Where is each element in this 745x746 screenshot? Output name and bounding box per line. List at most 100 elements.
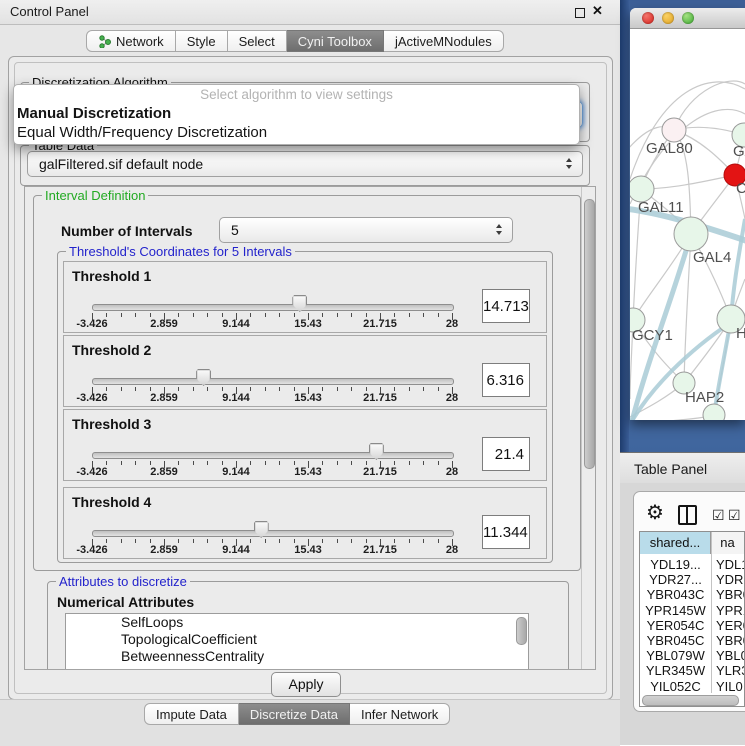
threshold-value-field[interactable]: 14.713	[482, 289, 530, 323]
table-row[interactable]: YER054CYER0	[640, 618, 744, 633]
tab-network[interactable]: Network	[86, 30, 176, 52]
slider-tick	[193, 539, 194, 543]
combo-stepper-icon[interactable]	[495, 224, 504, 236]
scrollbar-thumb[interactable]	[516, 617, 527, 645]
slider-tick	[294, 461, 295, 465]
threshold-value-field[interactable]: 21.4	[482, 437, 530, 471]
slider-tick	[423, 539, 424, 543]
float-window-icon[interactable]	[575, 8, 585, 18]
table-row[interactable]: YIL052CYIL0	[640, 679, 744, 693]
tab-cyni-toolbox[interactable]: Cyni Toolbox	[287, 30, 384, 52]
slider-track[interactable]	[92, 530, 454, 537]
threshold-panel-3: Threshold 3-3.4262.8599.14415.4321.71528…	[63, 409, 547, 481]
table-row[interactable]: YDR27...YDR2	[640, 572, 744, 587]
bottom-tab-bar: Impute DataDiscretize DataInfer Network	[144, 703, 450, 725]
table-row[interactable]: YBR045CYBR0	[640, 633, 744, 648]
threshold-value-field[interactable]: 11.344	[482, 515, 530, 549]
zoom-traffic-light-icon[interactable]	[682, 12, 694, 24]
table-row[interactable]: YDL19...YDL1	[640, 557, 744, 572]
checkbox-icon[interactable]: ☑	[712, 507, 725, 524]
slider-tick	[250, 461, 251, 465]
tab-infer-network[interactable]: Infer Network	[350, 703, 450, 725]
apply-button[interactable]: Apply	[271, 672, 341, 697]
cell-shared-name: YIL052C	[640, 679, 711, 693]
cell-name: YDR2	[716, 572, 744, 587]
bottom-node[interactable]	[703, 404, 725, 420]
list-item[interactable]: TopologicalCoefficient	[66, 631, 528, 648]
pane-vertical-scrollbar[interactable]	[581, 187, 596, 669]
slider-tick	[150, 461, 151, 465]
checkbox-icon[interactable]: ☑	[728, 507, 741, 524]
numerical-attributes-list[interactable]: SelfLoopsTopologicalCoefficientBetweenne…	[65, 613, 529, 670]
popup-option-manual-discretization[interactable]: Manual Discretization	[14, 104, 579, 123]
cell-shared-name: YPR145W	[640, 603, 711, 618]
slider-tick	[106, 313, 107, 317]
slider-track[interactable]	[92, 378, 454, 385]
slider-tick	[279, 387, 280, 391]
slider-tick	[394, 313, 395, 317]
slider-tick	[222, 387, 223, 391]
window-title: Control Panel	[10, 4, 89, 19]
threshold-panel-1: Threshold 1-3.4262.8599.14415.4321.71528…	[63, 261, 547, 333]
table-rows: YDL19...YDL1YDR27...YDR2YBR043CYBR0YPR14…	[640, 554, 744, 693]
tab-label: jActiveMNodules	[395, 34, 492, 49]
threshold-value-field[interactable]: 6.316	[482, 363, 530, 397]
slider-tick	[207, 313, 208, 317]
split-columns-icon[interactable]	[678, 505, 697, 525]
slider-tick	[121, 461, 122, 465]
interval-definition-title: Interval Definition	[42, 188, 148, 203]
slider-track[interactable]	[92, 452, 454, 459]
slider-tick-label: 15.43	[294, 318, 322, 330]
GAL4-node[interactable]	[674, 217, 708, 251]
scrollbar-thumb[interactable]	[584, 199, 595, 469]
slider-tick-label: 9.144	[222, 318, 250, 330]
popup-option-equal-width[interactable]: Equal Width/Frequency Discretization	[14, 123, 579, 142]
attributes-group-title: Attributes to discretize	[56, 574, 190, 589]
slider-tick	[438, 387, 439, 391]
tab-select[interactable]: Select	[228, 30, 287, 52]
slider-tick	[409, 313, 410, 317]
slider-tick-label: 2.859	[150, 392, 178, 404]
network-canvas[interactable]: GAL80GACGAL11GAL4GCY1HHAP2	[630, 29, 745, 420]
slider-tick	[294, 387, 295, 391]
list-item[interactable]: SelfLoops	[66, 614, 528, 631]
column-header-shared-name[interactable]: shared...	[640, 532, 711, 554]
network-graph[interactable]: GAL80GACGAL11GAL4GCY1HHAP2	[630, 29, 745, 420]
slider-tick	[438, 313, 439, 317]
node-label-GCY1: GCY1	[632, 327, 673, 344]
slider-tick	[193, 387, 194, 391]
column-header-name[interactable]: na	[711, 532, 744, 554]
slider-tick-label: 15.43	[294, 466, 322, 478]
slider-tick-label: 9.144	[222, 392, 250, 404]
slider-tick	[135, 539, 136, 543]
table-data-combobox[interactable]: galFiltered.sif default node	[27, 151, 583, 177]
slider-tick	[178, 539, 179, 543]
GAL80-node[interactable]	[662, 118, 686, 142]
network-edge[interactable]	[674, 81, 745, 130]
table-row[interactable]: YBL079WYBL0	[640, 648, 744, 663]
combo-stepper-icon[interactable]	[565, 158, 574, 170]
close-icon[interactable]: ✕	[592, 3, 603, 19]
slider-tick	[135, 461, 136, 465]
table-row[interactable]: YBR043CYBR0	[640, 587, 744, 602]
tab-style[interactable]: Style	[176, 30, 228, 52]
slider-tick	[438, 461, 439, 465]
node-label-H: H	[736, 325, 745, 342]
table-row[interactable]: YLR345WYLR3	[640, 663, 744, 678]
minimize-traffic-light-icon[interactable]	[662, 12, 674, 24]
tab-discretize-data[interactable]: Discretize Data	[239, 703, 350, 725]
close-traffic-light-icon[interactable]	[642, 12, 654, 24]
number-of-intervals-combobox[interactable]: 5	[219, 217, 513, 243]
tab-impute-data[interactable]: Impute Data	[144, 703, 239, 725]
slider-track[interactable]	[92, 304, 454, 311]
slider-tick	[351, 461, 352, 465]
tab-jactivemnodules[interactable]: jActiveMNodules	[384, 30, 504, 52]
gear-icon[interactable]: ⚙	[646, 500, 664, 525]
slider-tick	[222, 461, 223, 465]
threshold-label: Threshold 4	[72, 494, 151, 510]
table-horizontal-scrollbar[interactable]	[642, 695, 739, 706]
node-attribute-table[interactable]: shared... na YDL19...YDL1YDR27...YDR2YBR…	[639, 531, 745, 707]
list-item[interactable]: BetweennessCentrality	[66, 648, 528, 665]
slider-tick	[222, 539, 223, 543]
table-row[interactable]: YPR145WYPR1	[640, 603, 744, 618]
